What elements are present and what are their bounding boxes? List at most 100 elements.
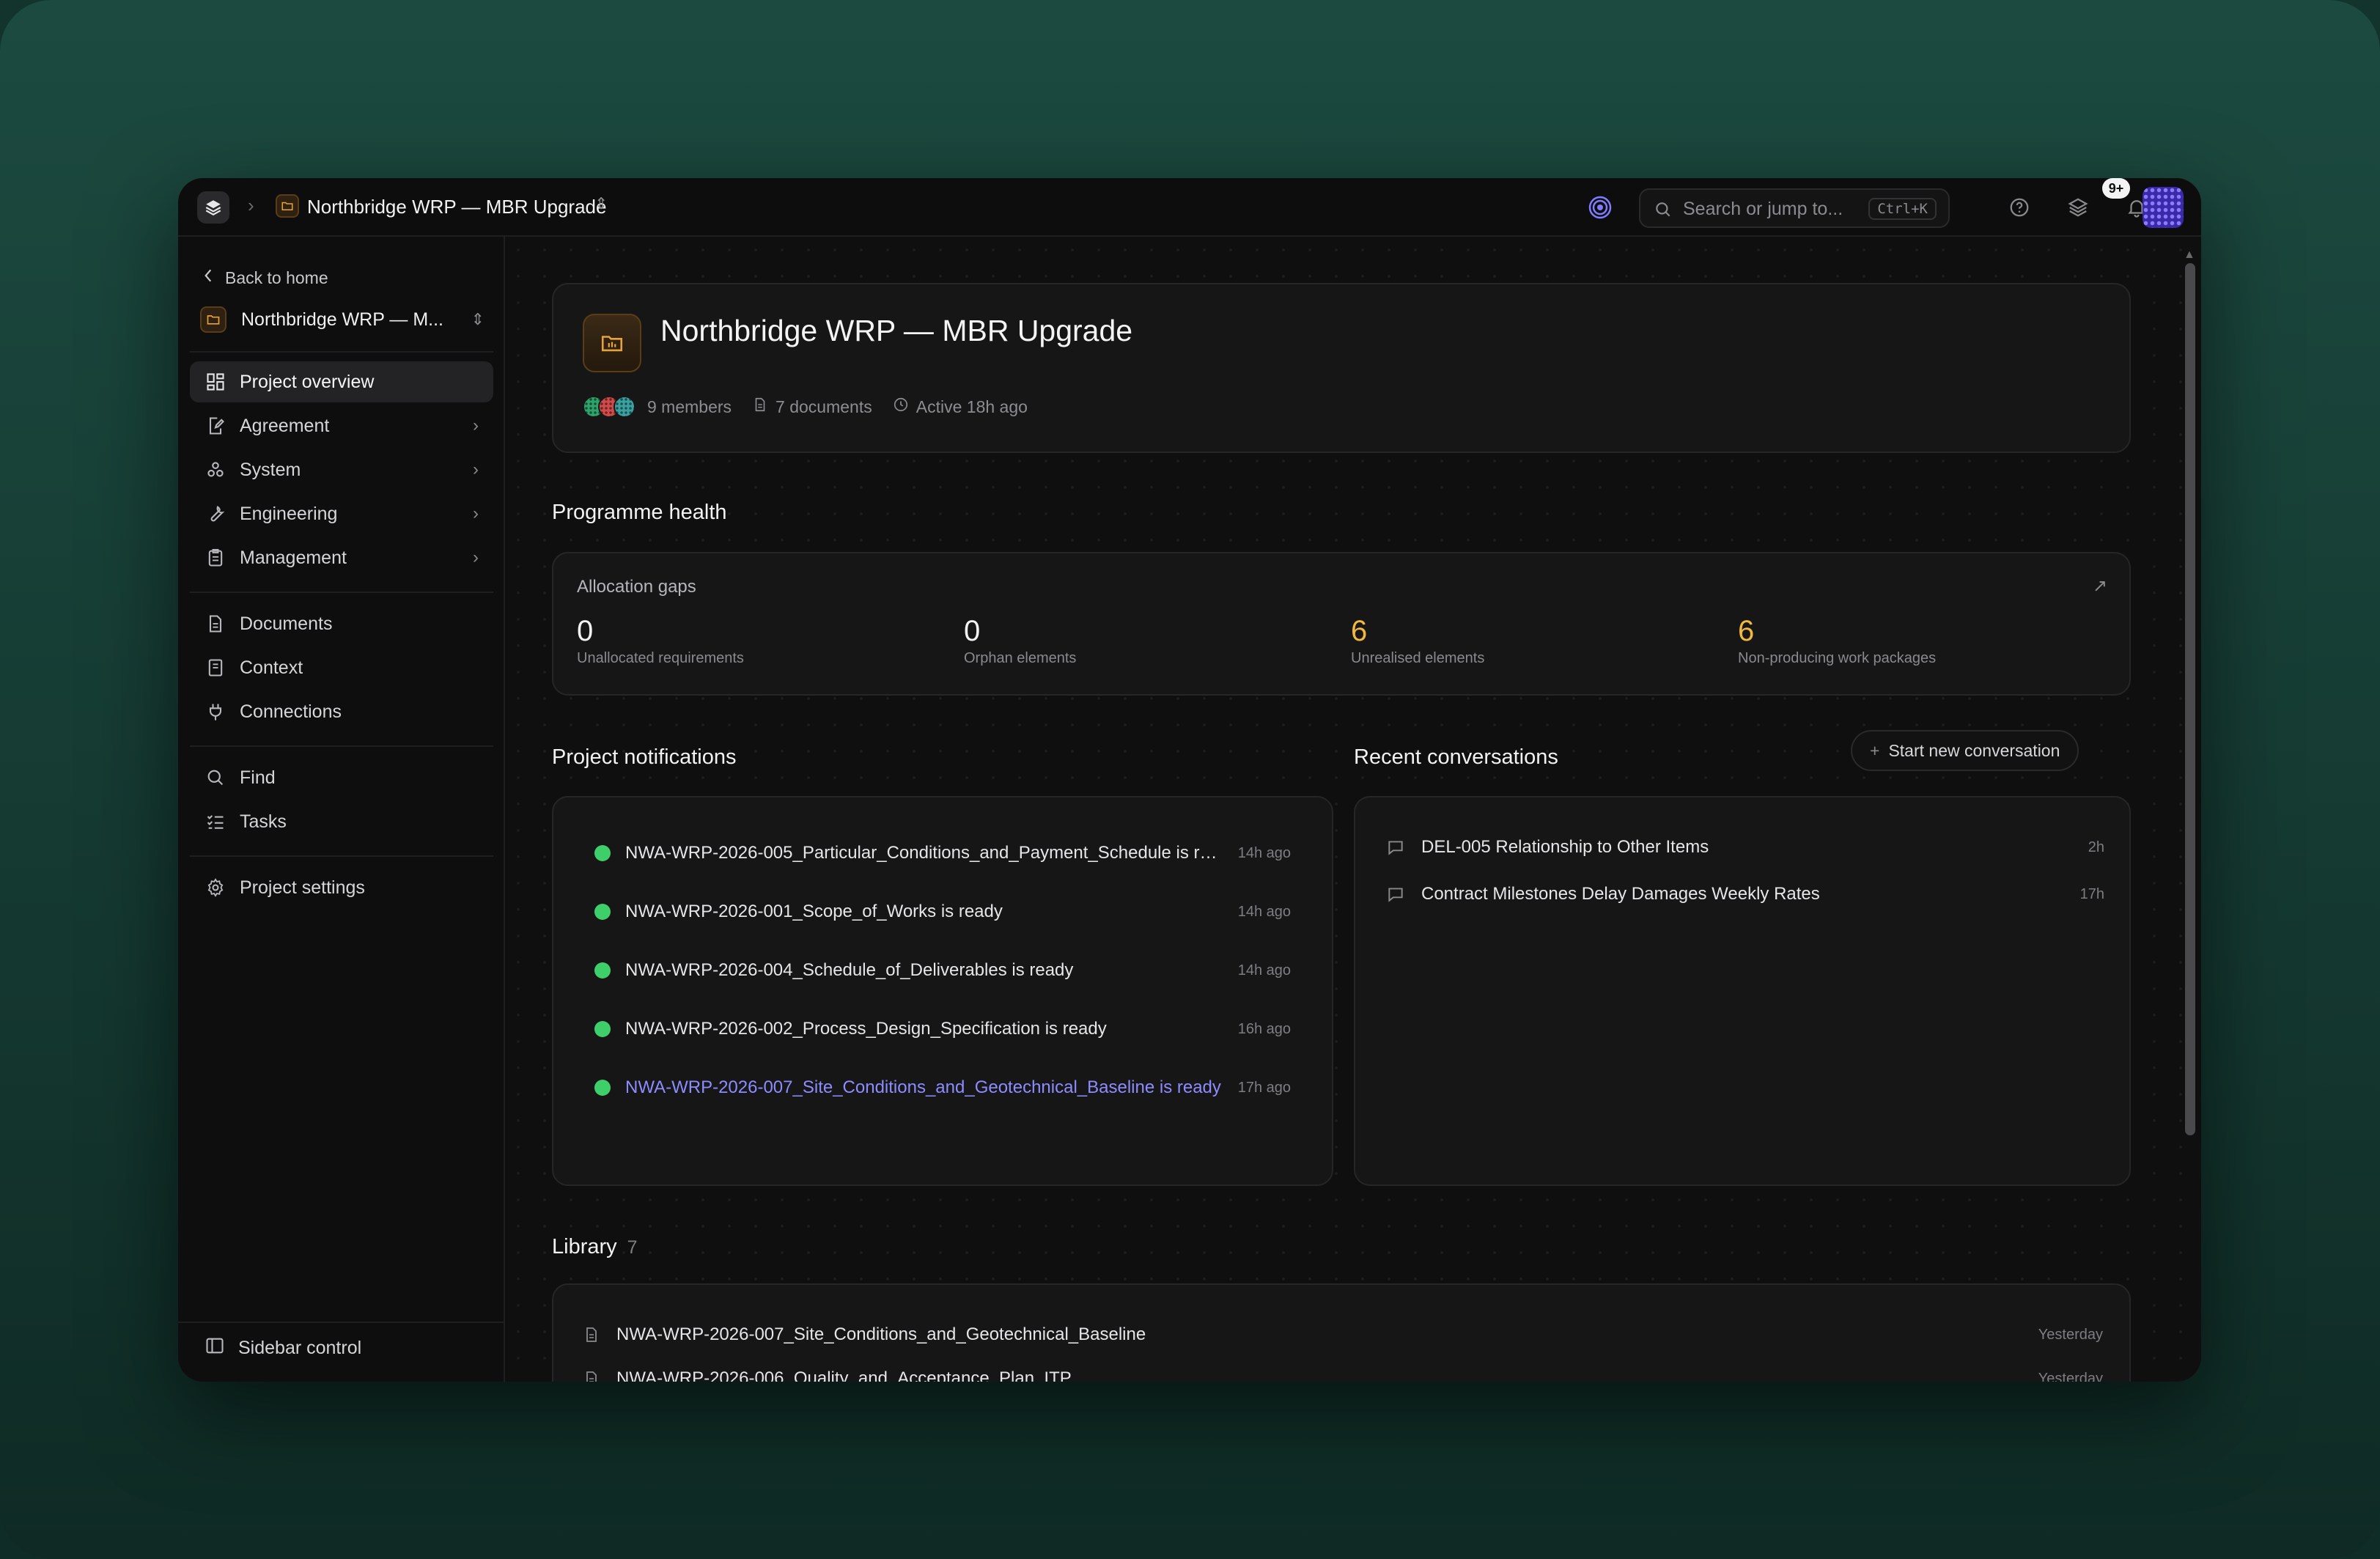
library-item[interactable]: NWA-WRP-2026-006_Quality_and_Acceptance_… [583, 1364, 2103, 1382]
sidebar-item-label: Context [240, 657, 303, 678]
sidebar-control-button[interactable]: Sidebar control [205, 1335, 361, 1361]
sidebar-divider [190, 591, 493, 593]
sidebar-item-label: Connections [240, 701, 342, 722]
chevron-right-icon: › [473, 416, 479, 435]
sidebar-item-connections[interactable]: Connections [190, 691, 493, 732]
sidebar-item-label: Management [240, 547, 347, 568]
sidebar-item-management[interactable]: Management › [190, 537, 493, 578]
arrow-up-right-icon[interactable]: ↗ [2093, 575, 2107, 597]
metric-label: Unrealised elements [1351, 650, 1485, 666]
chat-bubble-icon [1386, 838, 1408, 857]
sidebar-item-tasks[interactable]: Tasks [190, 801, 493, 842]
metric-value: 0 [577, 615, 594, 647]
ai-assistant-icon[interactable] [1587, 194, 1613, 221]
notification-count-badge: 9+ [2102, 178, 2130, 199]
sidebar-item-label: System [240, 459, 301, 480]
sidebar-item-project-overview[interactable]: Project overview [190, 361, 493, 402]
status-dot [594, 1080, 611, 1096]
search-icon [1654, 200, 1673, 223]
gear-icon [205, 877, 226, 899]
sidebar-item-label: Documents [240, 613, 333, 634]
project-notifications-title: Project notifications [552, 745, 737, 769]
project-folder-icon [583, 314, 641, 372]
sidebar-item-documents[interactable]: Documents [190, 603, 493, 644]
breadcrumb-project-title[interactable]: Northbridge WRP — MBR Upgrade [307, 196, 606, 218]
sidebar-item-find[interactable]: Find [190, 757, 493, 798]
sidebar-item-label: Project settings [240, 877, 365, 898]
avatar [614, 396, 635, 418]
conversation-item[interactable]: Contract Milestones Delay Damages Weekly… [1386, 880, 2104, 909]
conversation-time: 17h [2079, 885, 2104, 902]
search-box[interactable]: Ctrl+K [1639, 188, 1950, 228]
back-to-home-link[interactable]: Back to home [202, 268, 328, 288]
document-icon [583, 1326, 603, 1344]
allocation-gaps-card[interactable]: Allocation gaps ↗ 0 Unallocated requirem… [552, 552, 2131, 696]
scroll-down-arrow-icon[interactable]: ▼ [2184, 1379, 2195, 1382]
sidebar-item-system[interactable]: System › [190, 449, 493, 490]
notification-time: 14h ago [1237, 962, 1291, 978]
conversation-title: DEL-005 Relationship to Other Items [1421, 837, 1709, 857]
sidebar-item-agreement[interactable]: Agreement › [190, 405, 493, 446]
member-avatars[interactable] [583, 396, 635, 418]
documents-label: 7 documents [775, 397, 872, 416]
scroll-up-arrow-icon[interactable]: ▲ [2184, 248, 2195, 262]
clipboard-icon [205, 547, 226, 569]
help-icon[interactable] [2005, 193, 2034, 222]
conversations-card: DEL-005 Relationship to Other Items 2h C… [1354, 796, 2131, 1186]
document-icon [205, 613, 226, 635]
sidebar-item-label: Project overview [240, 371, 375, 392]
notification-text: NWA-WRP-2026-001_Scope_of_Works is ready [625, 902, 1003, 921]
chevron-left-icon [202, 268, 215, 288]
metric-value: 6 [1738, 615, 1755, 647]
sidebar-item-engineering[interactable]: Engineering › [190, 493, 493, 534]
notification-item[interactable]: NWA-WRP-2026-004_Schedule_of_Deliverable… [594, 956, 1291, 985]
app-logo-icon[interactable] [197, 191, 229, 224]
project-switcher[interactable]: Northbridge WRP — M... ⇕ [200, 301, 485, 338]
main-content: Northbridge WRP — MBR Upgrade 9 members … [505, 237, 2201, 1382]
notification-item[interactable]: NWA-WRP-2026-005_Particular_Conditions_a… [594, 839, 1291, 868]
active-label: Active 18h ago [915, 397, 1028, 416]
top-bar: › Northbridge WRP — MBR Upgrade ⇕ Ctrl+K… [178, 178, 2201, 237]
metric-label: Non-producing work packages [1738, 650, 1937, 666]
notification-time: 14h ago [1237, 903, 1291, 920]
plus-icon: + [1870, 740, 1880, 760]
conversation-item[interactable]: DEL-005 Relationship to Other Items 2h [1386, 833, 2104, 862]
chat-bubble-icon [1386, 885, 1408, 904]
sidebar-item-context[interactable]: Context [190, 647, 493, 688]
notification-text: NWA-WRP-2026-002_Process_Design_Specific… [625, 1019, 1107, 1039]
metric-unallocated-requirements: 0 Unallocated requirements [577, 615, 744, 667]
project-switcher-label: Northbridge WRP — M... [241, 309, 444, 330]
notification-item[interactable]: NWA-WRP-2026-007_Site_Conditions_and_Geo… [594, 1073, 1291, 1102]
search-input[interactable] [1683, 199, 1866, 219]
system-nodes-icon [205, 459, 226, 481]
notification-item[interactable]: NWA-WRP-2026-002_Process_Design_Specific… [594, 1014, 1291, 1044]
programme-health-title: Programme health [552, 501, 727, 524]
start-new-conversation-button[interactable]: + Start new conversation [1851, 730, 2079, 771]
chevron-updown-icon: ⇕ [471, 310, 485, 328]
notification-item[interactable]: NWA-WRP-2026-001_Scope_of_Works is ready… [594, 897, 1291, 926]
scroll-thumb[interactable] [2185, 263, 2195, 1135]
chevron-updown-icon[interactable]: ⇕ [594, 194, 608, 213]
sidebar: Back to home Northbridge WRP — M... ⇕ Pr… [178, 237, 505, 1382]
book-icon [205, 657, 226, 679]
sidebar-item-project-settings[interactable]: Project settings [190, 867, 493, 908]
project-folder-icon [200, 306, 226, 333]
status-dot [594, 904, 611, 920]
library-item-name: NWA-WRP-2026-006_Quality_and_Acceptance_… [616, 1368, 1072, 1382]
activity-status: Active 18h ago [893, 397, 1028, 417]
notifications-card: NWA-WRP-2026-005_Particular_Conditions_a… [552, 796, 1333, 1186]
members-count: 9 members [647, 397, 732, 417]
library-item-time: Yesterday [2038, 1326, 2103, 1343]
notification-link-text[interactable]: NWA-WRP-2026-007_Site_Conditions_and_Geo… [625, 1077, 1223, 1098]
layers-icon[interactable] [2063, 193, 2093, 222]
library-item[interactable]: NWA-WRP-2026-007_Site_Conditions_and_Geo… [583, 1320, 2103, 1349]
plug-icon [205, 701, 226, 723]
metric-non-producing-work-packages: 6 Non-producing work packages [1738, 615, 1936, 667]
library-item-name: NWA-WRP-2026-007_Site_Conditions_and_Geo… [616, 1324, 1146, 1344]
file-signature-icon [205, 415, 226, 437]
user-avatar[interactable] [2143, 187, 2184, 228]
clock-icon [893, 397, 909, 417]
main-scrollbar[interactable]: ▲ ▼ [2182, 248, 2195, 1382]
search-shortcut-hint: Ctrl+K [1868, 198, 1937, 220]
members-label: 9 members [647, 397, 732, 416]
